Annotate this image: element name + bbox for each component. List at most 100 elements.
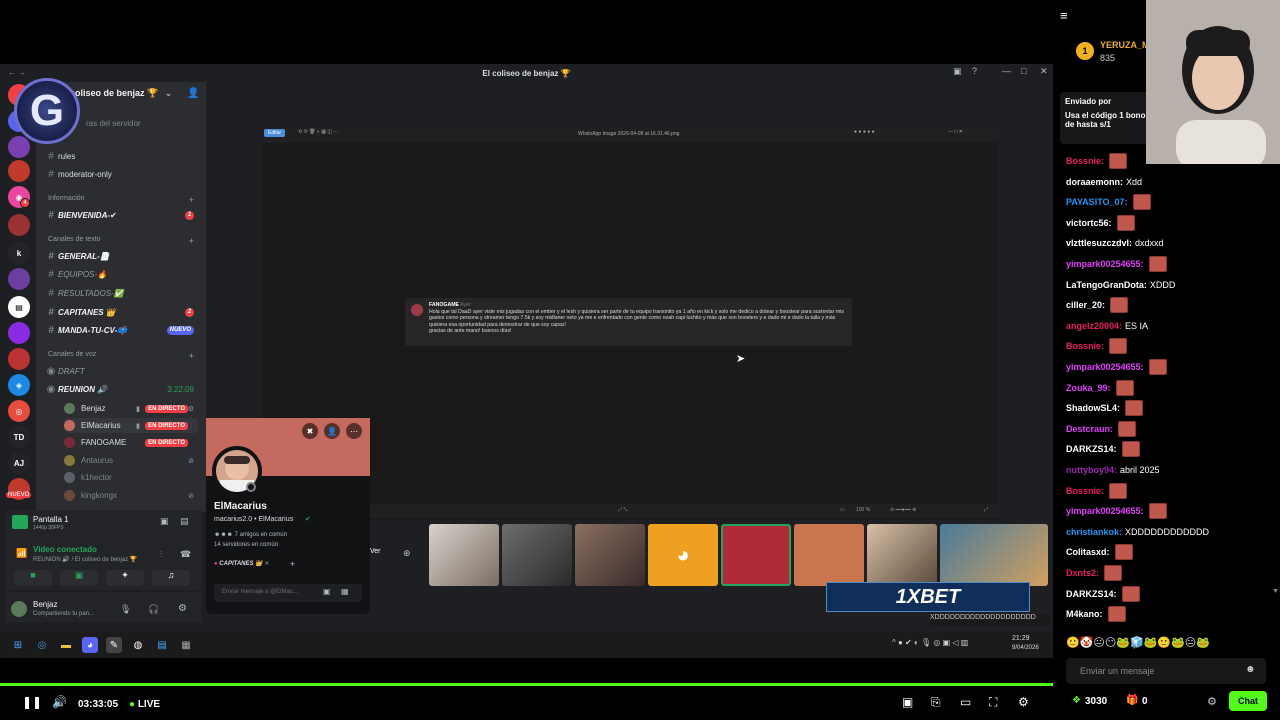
message-input[interactable]: Enviar mensaje a @ElMac...	[214, 584, 362, 602]
server-header[interactable]: coliseo de benjaz 🏆 ⌄	[70, 88, 200, 99]
chat-username[interactable]: yimpark00254655:	[1066, 259, 1144, 269]
chrome-icon[interactable]: ◍	[130, 637, 146, 653]
chat-message[interactable]: vlzttlesuzczdvl: dxdxxd	[1066, 234, 1164, 252]
scroll-indicator[interactable]: ▼	[1272, 588, 1279, 595]
voice-user[interactable]: Antaurus ⊘	[64, 453, 198, 468]
noise-suppression-icon[interactable]: ⫶	[160, 549, 162, 560]
clip-icon[interactable]: ⎘	[931, 695, 941, 710]
plus-icon[interactable]: +	[189, 236, 194, 246]
chat-message[interactable]: christiankok: XDDDDDDDDDDDD	[1066, 523, 1209, 541]
calculator-icon[interactable]: ▦	[178, 637, 194, 653]
remove-role-icon[interactable]: ✕	[264, 561, 269, 567]
plus-icon[interactable]: +	[189, 351, 194, 361]
participant-tile[interactable]	[721, 524, 791, 586]
emote-bar[interactable]: 🙂🤡😐😶🐸🧊🐸🙂🐸😐🐸	[1066, 636, 1210, 649]
chat-message[interactable]: Destcraun:	[1066, 420, 1137, 438]
camera-button[interactable]: ■	[14, 570, 52, 586]
chat-username[interactable]: victortc56:	[1066, 218, 1112, 228]
chat-username[interactable]: Bossnie:	[1066, 341, 1104, 351]
chat-username[interactable]: ShadowSL4:	[1066, 403, 1120, 413]
chat-message[interactable]: angelz20004: ES IA	[1066, 317, 1148, 335]
category-text[interactable]: Canales de texto +	[48, 236, 198, 246]
server-icon[interactable]: k	[8, 242, 30, 264]
pinned-message[interactable]: Enviado por Usa el código 1 bono de hast…	[1060, 92, 1152, 144]
plus-icon[interactable]: +	[189, 195, 194, 205]
chat-message[interactable]: DARKZS14:	[1066, 585, 1140, 603]
discord-icon[interactable]: ◕	[82, 637, 98, 653]
chat-username[interactable]: PAYASITO_07:	[1066, 197, 1128, 207]
server-icon[interactable]: TD	[8, 426, 30, 448]
participant-tile[interactable]	[502, 524, 572, 586]
channel-resultados[interactable]: # RESULTADOS-✅	[44, 285, 198, 301]
voice-channel-draft[interactable]: ◉ DRAFT	[44, 363, 198, 379]
edge-icon[interactable]: ◎	[34, 637, 50, 653]
chat-message[interactable]: LaTengoGranDota: XDDD	[1066, 276, 1175, 294]
add-role-icon[interactable]: +	[290, 559, 295, 569]
stream-settings-icon[interactable]: ▣	[160, 516, 169, 527]
inbox-icon[interactable]: ▣	[953, 66, 962, 77]
live-indicator[interactable]: ● LIVE	[129, 699, 160, 710]
participant-tile[interactable]	[575, 524, 645, 586]
add-member-icon[interactable]: 👤	[187, 88, 199, 99]
emoji-picker-icon[interactable]: ☻	[1245, 664, 1256, 675]
chat-message[interactable]: PAYASITO_07:	[1066, 193, 1151, 211]
leaderboard-top[interactable]: 1 YERUZA_M 835	[1066, 36, 1150, 70]
participant-tile[interactable]: ◕	[648, 524, 718, 586]
server-icon[interactable]: ◎	[8, 400, 30, 422]
close-icon[interactable]: ✕	[1040, 66, 1048, 77]
fit-icons[interactable]: ⤢ ⤡	[618, 507, 627, 513]
chat-message[interactable]: yimpark00254655:	[1066, 358, 1167, 376]
edit-button[interactable]: Editar	[264, 129, 286, 137]
server-icon[interactable]	[8, 268, 30, 290]
channel-capitanes[interactable]: # CAPITANES 👑 2	[44, 304, 198, 320]
mutual-servers[interactable]: 14 servidores en común	[214, 542, 278, 548]
chat-username[interactable]: Bossnie:	[1066, 486, 1104, 496]
participant-tile[interactable]	[867, 524, 937, 586]
chat-message[interactable]: yimpark00254655:	[1066, 502, 1167, 520]
chat-message[interactable]: Zouka_99:	[1066, 379, 1134, 397]
stop-stream-icon[interactable]: ▤	[180, 516, 189, 527]
participant-tile[interactable]	[794, 524, 864, 586]
compare-icon[interactable]: ▭	[840, 507, 845, 513]
voice-channel-path[interactable]: REUNION 🔊 / El coliseo de benjaz 🏆	[33, 556, 137, 563]
chat-message[interactable]: nuttyboy94: abril 2025	[1066, 461, 1160, 479]
start-icon[interactable]: ⊞	[10, 637, 26, 653]
chat-message[interactable]: Bossnie:	[1066, 337, 1128, 355]
chat-username[interactable]: Destcraun:	[1066, 424, 1113, 434]
collapse-chat-icon[interactable]: ≡	[1060, 8, 1068, 23]
chat-input[interactable]: Enviar un mensaje	[1066, 658, 1266, 684]
fullscreen-icon[interactable]: ⤢	[984, 507, 988, 513]
view-button[interactable]: Ver	[370, 548, 381, 555]
help-icon[interactable]: ?	[972, 66, 977, 76]
gift-icon[interactable]: 🎁	[1126, 695, 1138, 706]
chat-username[interactable]: nuttyboy94:	[1066, 465, 1117, 475]
disconnect-icon[interactable]: ☎	[180, 549, 191, 560]
channel-bienvenida[interactable]: # BIENVENIDA-✔ 1	[44, 207, 198, 223]
server-icon[interactable]: AJ	[8, 452, 30, 474]
chat-message[interactable]: M4kano:	[1066, 605, 1126, 623]
microphone-icon[interactable]: 🎙	[120, 604, 131, 615]
chat-username[interactable]: yimpark00254655:	[1066, 362, 1144, 372]
channel-equipos[interactable]: # EQUIPOS-🔥	[44, 266, 198, 282]
chat-message[interactable]: DARKZS14:	[1066, 440, 1140, 458]
block-icon[interactable]: ✖	[302, 423, 318, 439]
activities-button[interactable]: ✦	[106, 570, 144, 586]
more-icon[interactable]: ⋯	[346, 423, 362, 439]
headphones-icon[interactable]: 🎧	[148, 604, 159, 615]
chat-username[interactable]: Dxnts2:	[1066, 568, 1099, 578]
chat-username[interactable]: doraaemonn:	[1066, 177, 1123, 187]
chat-username[interactable]: DARKZS14:	[1066, 589, 1117, 599]
participant-tile[interactable]	[429, 524, 499, 586]
voice-user[interactable]: FANOGAME EN DIRECTO	[64, 435, 198, 450]
chat-message[interactable]: ciller_20:	[1066, 296, 1129, 314]
chat-username[interactable]: vlzttlesuzczdvl:	[1066, 238, 1132, 248]
share-screen-button[interactable]: ▣	[60, 570, 98, 586]
chat-username[interactable]: Colitasxd:	[1066, 547, 1110, 557]
server-icon[interactable]	[8, 214, 30, 236]
progress-bar[interactable]	[0, 683, 1053, 686]
participant-tile[interactable]	[940, 524, 1048, 586]
notepad-icon[interactable]: ▤	[154, 637, 170, 653]
gear-icon[interactable]: ⚙	[178, 603, 187, 614]
chat-username[interactable]: christiankok:	[1066, 527, 1122, 537]
server-icon[interactable]: ◈	[8, 374, 30, 396]
